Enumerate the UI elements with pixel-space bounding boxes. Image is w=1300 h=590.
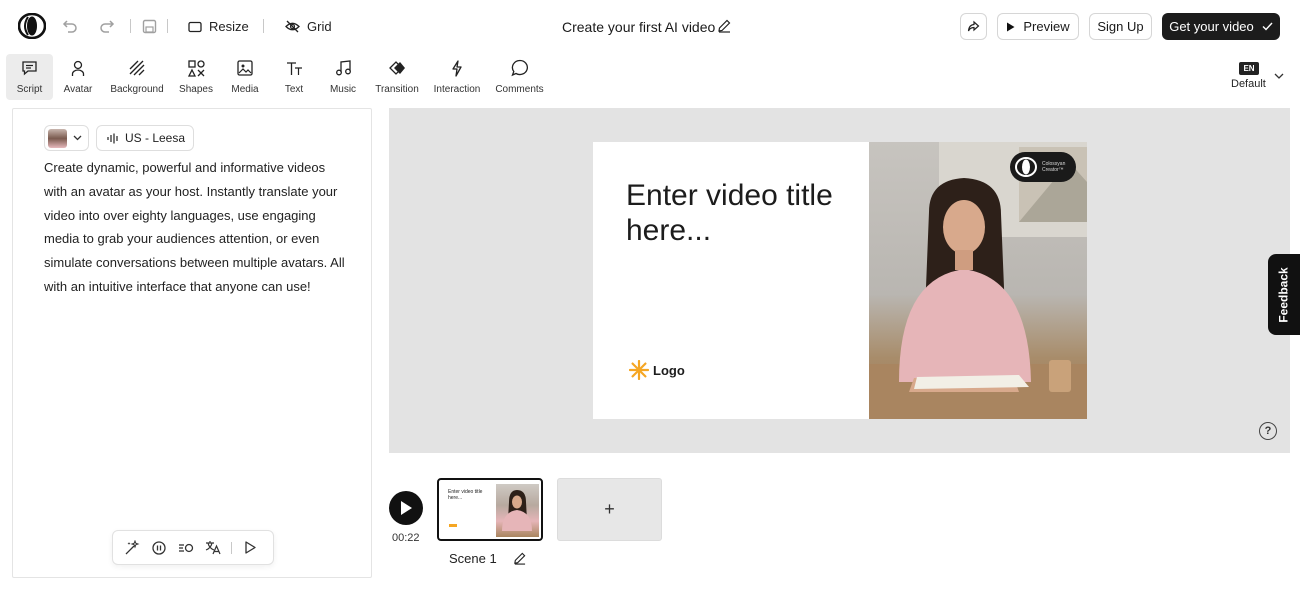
divider [263, 19, 264, 33]
avatar [48, 128, 67, 148]
tool-interaction-label: Interaction [433, 84, 481, 95]
get-your-video-button[interactable]: Get your video [1162, 13, 1280, 40]
interaction-icon [447, 58, 467, 78]
tool-music-label: Music [329, 84, 357, 95]
tool-shapes-label: Shapes [179, 84, 213, 95]
scene-label: Scene 1 [449, 551, 497, 566]
avatar-icon [68, 58, 88, 78]
slide[interactable]: Enter video title here... Logo Colossyan… [593, 142, 1087, 419]
gesture-icon[interactable] [177, 539, 195, 557]
play-icon [1006, 22, 1015, 32]
divider [231, 541, 232, 554]
divider [167, 19, 168, 33]
slide-title[interactable]: Enter video title here... [626, 178, 846, 248]
scene-thumb-title: Enter video title here... [448, 489, 483, 501]
tool-avatar[interactable]: Avatar [58, 54, 98, 100]
undo-icon[interactable] [59, 15, 81, 37]
edit-title-icon[interactable] [717, 19, 731, 33]
preview-canvas[interactable]: Enter video title here... Logo Colossyan… [389, 108, 1290, 453]
tool-background-label: Background [110, 84, 164, 95]
resize-label: Resize [209, 19, 249, 34]
pause-icon[interactable] [150, 539, 168, 557]
tool-script-label: Script [16, 84, 43, 95]
tool-script[interactable]: Script [6, 54, 53, 100]
text-icon [284, 58, 304, 78]
brand-text: Colossyan Creator™ [1042, 161, 1065, 173]
save-icon[interactable] [138, 15, 160, 37]
language-label[interactable]: Default [1231, 78, 1266, 90]
tool-comments[interactable]: Comments [493, 54, 546, 100]
brand-line-2: Creator™ [1042, 167, 1064, 173]
video-duration: 00:22 [392, 532, 420, 544]
script-panel: US - Leesa Create dynamic, powerful and … [12, 108, 372, 578]
sign-up-label: Sign Up [1097, 19, 1144, 34]
sign-up-button[interactable]: Sign Up [1089, 13, 1152, 40]
tool-text[interactable]: Text [276, 54, 312, 100]
transition-icon [387, 58, 407, 78]
feedback-tab[interactable]: Feedback [1268, 254, 1300, 335]
tool-transition-label: Transition [375, 84, 419, 95]
shapes-icon [186, 58, 206, 78]
feedback-label: Feedback [1277, 266, 1292, 323]
edit-scene-icon[interactable] [513, 552, 526, 565]
tool-background[interactable]: Background [107, 54, 167, 100]
get-your-video-label: Get your video [1169, 19, 1254, 34]
scene-thumb-logo [449, 524, 457, 527]
divider [130, 19, 131, 33]
app-logo[interactable] [18, 13, 46, 39]
voice-selector[interactable]: US - Leesa [96, 125, 194, 151]
preview-label: Preview [1023, 19, 1070, 34]
brand-logo-icon [1015, 157, 1037, 177]
language-badge[interactable]: EN [1239, 62, 1259, 75]
share-icon [967, 20, 980, 33]
logo-label: Logo [653, 362, 685, 378]
tool-interaction[interactable]: Interaction [431, 54, 483, 100]
translate-icon[interactable] [204, 539, 222, 557]
top-bar: Resize Grid Create your first AI video P… [0, 0, 1300, 52]
script-icon [20, 58, 40, 78]
tool-transition[interactable]: Transition [372, 54, 422, 100]
check-icon [1262, 22, 1273, 31]
logo-star-icon [629, 360, 649, 380]
tool-text-label: Text [284, 84, 304, 95]
play-button[interactable] [389, 491, 423, 525]
grid-hidden-icon [285, 20, 300, 33]
project-title: Create your first AI video [562, 19, 716, 35]
brand-watermark: Colossyan Creator™ [1010, 152, 1076, 182]
voice-wave-icon [107, 133, 119, 144]
scene-thumb-avatar [496, 484, 539, 537]
script-textarea[interactable]: Create dynamic, powerful and informative… [44, 156, 349, 299]
grid-label: Grid [307, 19, 332, 34]
tool-music[interactable]: Music [325, 54, 361, 100]
tool-shapes[interactable]: Shapes [176, 54, 216, 100]
magic-sparkle-icon[interactable] [123, 539, 141, 557]
share-button[interactable] [960, 13, 987, 40]
help-icon[interactable]: ? [1259, 422, 1277, 440]
comments-icon [510, 58, 530, 78]
avatar-presenter-image[interactable]: Colossyan Creator™ [869, 142, 1087, 419]
tool-media-label: Media [231, 84, 259, 95]
music-icon [333, 58, 353, 78]
chevron-down-icon[interactable] [1274, 73, 1284, 80]
play-outline-icon[interactable] [241, 539, 259, 557]
redo-icon[interactable] [96, 15, 118, 37]
avatar-selector[interactable] [44, 125, 89, 151]
tool-comments-label: Comments [495, 84, 544, 95]
play-icon [399, 500, 413, 516]
media-icon [235, 58, 255, 78]
slide-logo[interactable]: Logo [629, 360, 685, 380]
voice-label: US - Leesa [125, 131, 186, 145]
tool-media[interactable]: Media [226, 54, 264, 100]
add-scene-button[interactable]: + [557, 478, 662, 541]
grid-button[interactable]: Grid [285, 19, 332, 34]
scene-thumbnail[interactable]: Enter video title here... [437, 478, 543, 541]
resize-button[interactable]: Resize [188, 19, 249, 34]
resize-icon [188, 21, 202, 33]
background-icon [127, 58, 147, 78]
chevron-down-icon [73, 135, 82, 141]
tool-avatar-label: Avatar [63, 84, 93, 95]
script-actions-toolbar [112, 530, 274, 565]
preview-button[interactable]: Preview [997, 13, 1079, 40]
